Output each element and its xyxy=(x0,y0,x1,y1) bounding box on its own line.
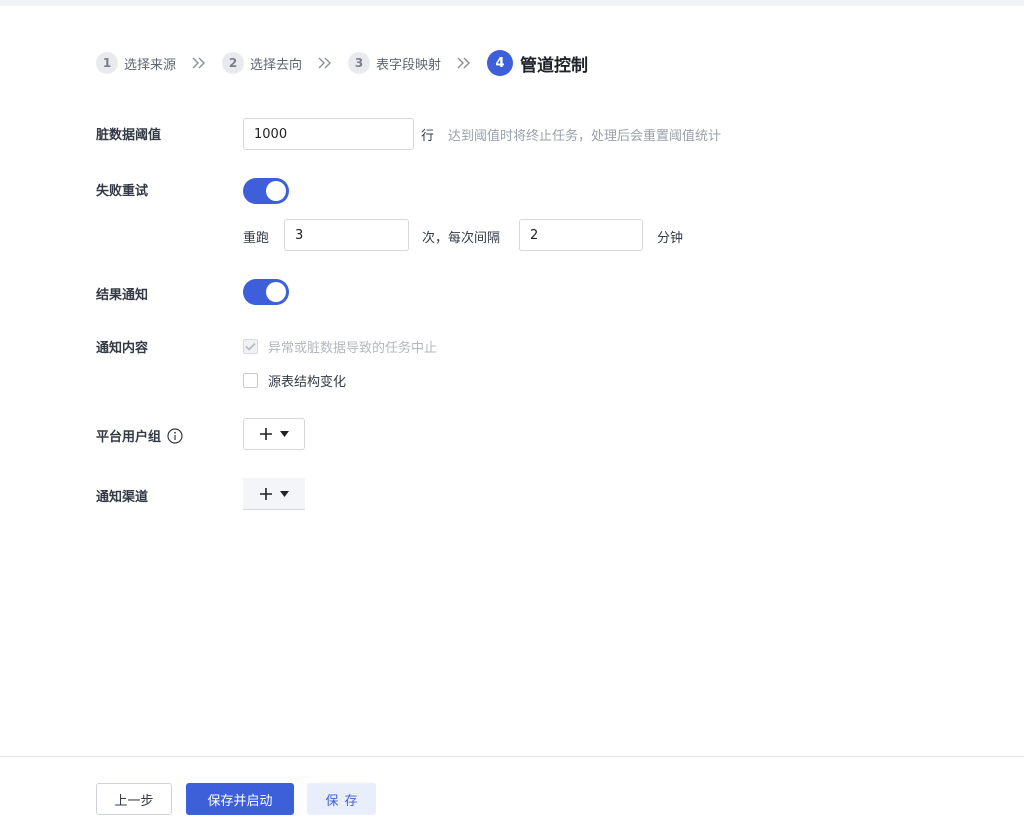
caret-down-icon xyxy=(279,490,289,497)
double-chevron-right-icon xyxy=(192,57,206,69)
top-bar xyxy=(0,0,1024,6)
step-4[interactable]: 4 管道控制 xyxy=(487,50,588,76)
dirty-threshold-label: 脏数据阈值 xyxy=(96,128,162,143)
threshold-unit: 行 xyxy=(421,129,435,144)
double-chevron-right-icon xyxy=(457,57,471,69)
step-label: 管道控制 xyxy=(520,55,589,76)
double-chevron-right-icon xyxy=(318,57,332,69)
toggle-knob xyxy=(266,181,286,201)
add-channel-button[interactable] xyxy=(243,478,305,510)
step-2[interactable]: 2 选择去向 xyxy=(222,52,302,74)
notify-label: 结果通知 xyxy=(96,288,149,303)
step-label: 选择去向 xyxy=(250,57,303,73)
checkbox[interactable] xyxy=(243,373,258,388)
checkbox[interactable] xyxy=(243,339,258,354)
step-label: 表字段映射 xyxy=(376,57,442,73)
step-1[interactable]: 1 选择来源 xyxy=(96,52,176,74)
info-icon[interactable] xyxy=(167,427,183,444)
user-group-label-wrap: 平台用户组 xyxy=(96,426,183,445)
interval-label: 次，每次间隔 xyxy=(422,231,501,246)
notify-option-abort[interactable]: 异常或脏数据导致的任务中止 xyxy=(243,337,437,356)
footer-divider xyxy=(0,756,1024,757)
step-number: 2 xyxy=(222,52,245,74)
channel-label: 通知渠道 xyxy=(96,490,149,505)
retry-count-input[interactable]: 3 xyxy=(284,219,409,251)
notify-option-schema-change[interactable]: 源表结构变化 xyxy=(243,371,346,390)
plus-icon xyxy=(259,487,272,500)
retry-toggle[interactable] xyxy=(243,178,289,204)
step-number: 4 xyxy=(487,50,514,76)
checkbox-label: 异常或脏数据导致的任务中止 xyxy=(268,341,438,356)
step-number: 3 xyxy=(348,52,371,74)
save-button[interactable]: 保存 xyxy=(307,783,376,815)
retry-interval-input[interactable]: 2 xyxy=(519,219,643,251)
check-icon xyxy=(245,342,256,351)
step-label: 选择来源 xyxy=(124,57,177,73)
notify-toggle[interactable] xyxy=(243,279,289,305)
toggle-knob xyxy=(266,282,286,302)
prev-step-button[interactable]: 上一步 xyxy=(96,783,172,815)
step-indicator: 1 选择来源 2 选择去向 3 表字段映射 4 管道控制 xyxy=(96,50,588,76)
user-group-label: 平台用户组 xyxy=(96,430,162,445)
caret-down-icon xyxy=(279,431,289,437)
rerun-label: 重跑 xyxy=(243,231,270,246)
step-3[interactable]: 3 表字段映射 xyxy=(348,52,441,74)
dirty-threshold-input[interactable]: 1000 xyxy=(243,118,414,150)
notify-content-label: 通知内容 xyxy=(96,341,149,356)
plus-icon xyxy=(259,428,272,440)
checkbox-label: 源表结构变化 xyxy=(268,375,347,390)
step-number: 1 xyxy=(96,52,118,74)
threshold-hint: 达到阈值时将终止任务，处理后会重置阈值统计 xyxy=(448,129,722,144)
add-user-group-button[interactable] xyxy=(243,418,305,450)
retry-label: 失败重试 xyxy=(96,184,149,199)
interval-unit: 分钟 xyxy=(657,231,684,246)
save-and-start-button[interactable]: 保存并启动 xyxy=(186,783,294,815)
